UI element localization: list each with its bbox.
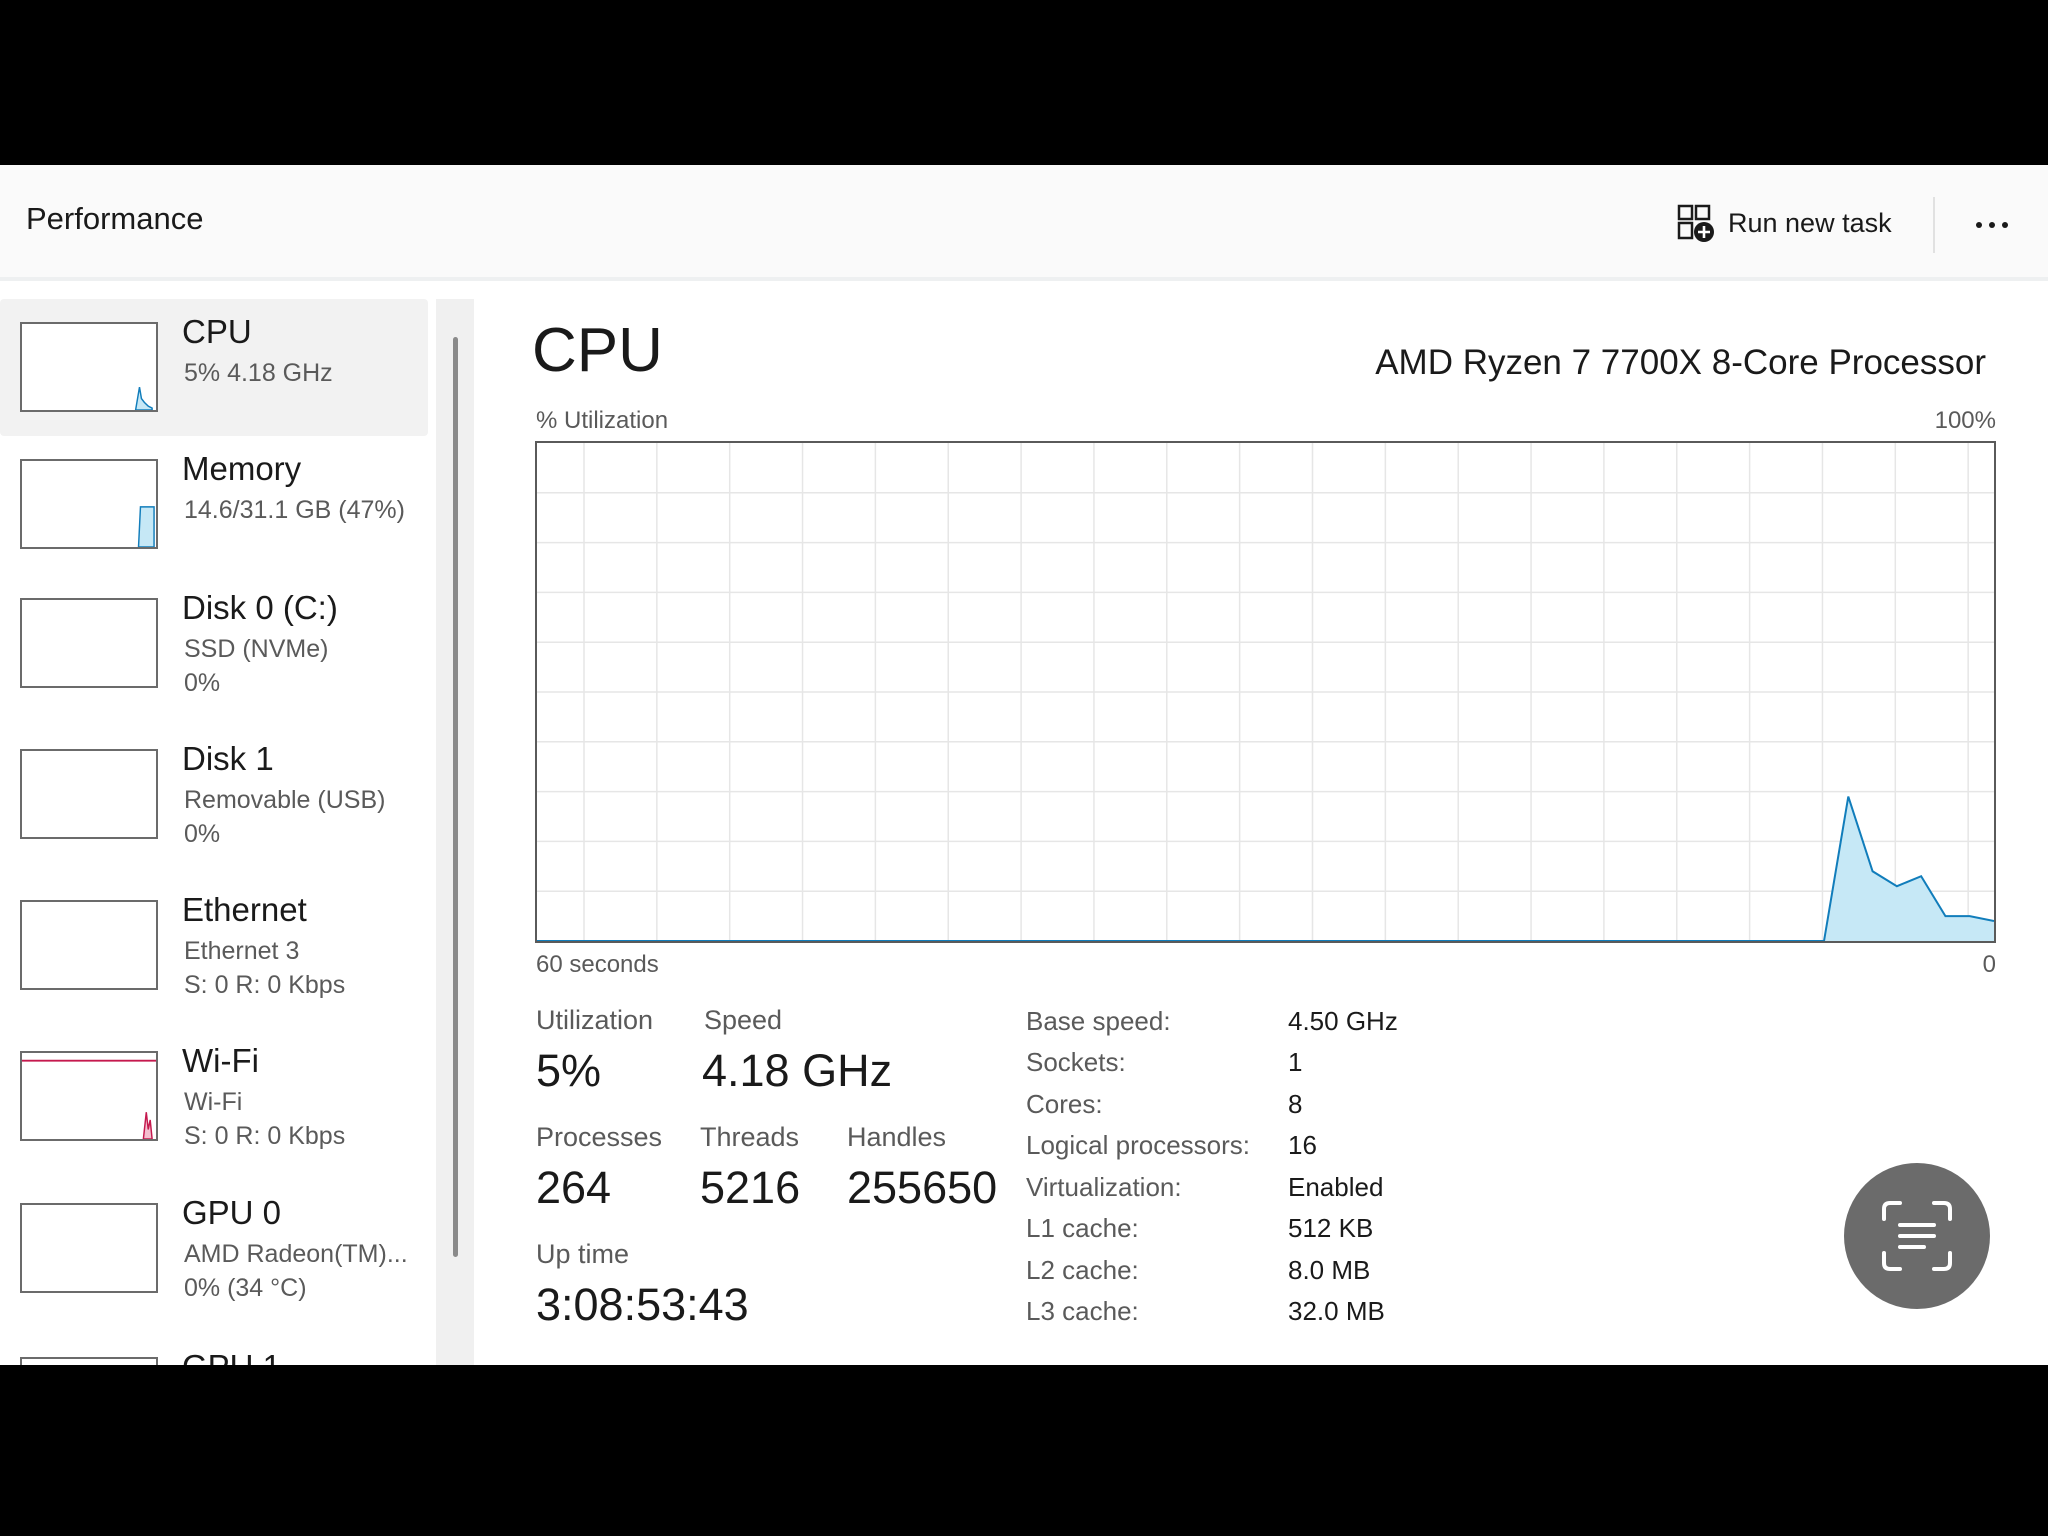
sidebar-item-detail: S: 0 R: 0 Kbps [184,1122,346,1150]
sidebar-item-ethernet[interactable]: Ethernet Ethernet 3 S: 0 R: 0 Kbps [0,877,428,1029]
processes-value: 264 [536,1162,612,1213]
graph-x-right-label: 0 [1982,951,1996,978]
sidebar-item-name: GPU 0 [182,1194,282,1231]
sidebar-item-gpu-0[interactable]: GPU 0 AMD Radeon(TM)... 0% (34 °C) [0,1181,428,1333]
sidebar-item-cpu[interactable]: CPU 5% 4.18 GHz [0,299,428,436]
cores-label: Cores: [1026,1089,1103,1119]
l1-cache-label: L1 cache: [1026,1213,1139,1243]
sidebar-item-disk-0[interactable]: Disk 0 (C:) SSD (NVMe) 0% [0,573,428,725]
header-bar: Performance Run new task [0,165,2048,281]
resource-title: CPU [532,316,663,385]
disk-0-mini-graph [20,598,158,688]
uptime-value: 3:08:53:43 [536,1279,749,1330]
handles-label: Handles [847,1122,947,1152]
wifi-mini-graph [20,1051,158,1141]
graph-y-axis-label: % Utilization [536,407,669,434]
sidebar-item-detail: Removable (USB) [184,786,386,814]
sidebar-item-detail: 0% [184,669,221,697]
base-speed-value: 4.50 GHz [1288,1006,1398,1036]
gpu-0-mini-graph [20,1203,158,1293]
sockets-label: Sockets: [1026,1047,1126,1077]
processes-label: Processes [536,1122,663,1152]
sidebar-item-name: Disk 0 (C:) [182,589,338,626]
cores-value: 8 [1288,1089,1303,1119]
task-manager-window: Performance Run new task CPU 5% 4.18 GHz [0,165,2048,1365]
ethernet-mini-graph [20,900,158,990]
sidebar-item-detail: 14.6/31.1 GB (47%) [184,496,405,524]
l1-cache-value: 512 KB [1288,1213,1374,1243]
speed-value: 4.18 GHz [702,1045,893,1096]
run-task-icon [1677,204,1714,242]
processor-name: AMD Ryzen 7 7700X 8-Core Processor [1375,343,1986,382]
sidebar-item-detail: AMD Radeon(TM)... [184,1240,408,1268]
more-options-button[interactable] [1964,197,2020,253]
cpu-utilization-line [537,796,1994,941]
virtualization-value: Enabled [1288,1172,1384,1202]
sidebar-item-name: GPU 1 [182,1348,281,1365]
page-title: Performance [26,201,204,236]
cpu-utilization-graph [535,441,1996,943]
l2-cache-value: 8.0 MB [1288,1255,1371,1285]
text-scan-button[interactable] [1844,1163,1990,1309]
sockets-value: 1 [1288,1047,1303,1077]
base-speed-label: Base speed: [1026,1006,1171,1036]
threads-value: 5216 [700,1162,801,1213]
sidebar-item-detail: S: 0 R: 0 Kbps [184,971,346,999]
utilization-value: 5% [536,1045,602,1096]
sidebar-item-memory[interactable]: Memory 14.6/31.1 GB (47%) [0,436,428,573]
performance-sidebar: CPU 5% 4.18 GHz Memory 14.6/31.1 GB (47%… [0,299,428,1365]
more-dot [2002,222,2008,228]
cpu-graph-canvas [537,443,1994,941]
run-new-task-button[interactable]: Run new task [1676,201,1892,245]
sidebar-item-name: CPU [182,313,252,350]
cpu-utilization-area [537,796,1994,941]
utilization-label: Utilization [536,1005,654,1035]
speed-label: Speed [704,1005,783,1035]
header-separator [1933,197,1935,253]
sidebar-item-detail: Wi-Fi [184,1088,243,1116]
sidebar-item-name: Ethernet [182,891,307,928]
sidebar-item-detail: 0% [184,820,221,848]
run-new-task-label: Run new task [1728,207,1892,238]
more-dot [1989,222,1995,228]
l2-cache-label: L2 cache: [1026,1255,1139,1285]
sidebar-item-gpu-1[interactable]: GPU 1 [0,1333,428,1365]
sidebar-item-detail: 5% 4.18 GHz [184,359,333,387]
sidebar-item-name: Wi-Fi [182,1042,259,1079]
sidebar-item-wifi[interactable]: Wi-Fi Wi-Fi S: 0 R: 0 Kbps [0,1029,428,1181]
graph-y-max-label: 100% [1934,407,1996,434]
l3-cache-value: 32.0 MB [1288,1296,1385,1326]
sidebar-item-name: Disk 1 [182,740,274,777]
sidebar-item-detail: 0% (34 °C) [184,1274,307,1302]
graph-x-left-label: 60 seconds [536,951,659,978]
sidebar-item-detail: Ethernet 3 [184,937,300,965]
cpu-mini-graph [20,322,158,412]
l3-cache-label: L3 cache: [1026,1296,1139,1326]
disk-1-mini-graph [20,749,158,839]
more-horizontal-icon [1976,222,1982,228]
handles-value: 255650 [847,1162,998,1213]
sidebar-item-name: Memory [182,450,302,487]
text-scan-icon [1882,1201,1952,1271]
sidebar-item-disk-1[interactable]: Disk 1 Removable (USB) 0% [0,725,428,877]
sidebar-item-detail: SSD (NVMe) [184,635,329,663]
memory-mini-graph [20,459,158,549]
virtualization-label: Virtualization: [1026,1172,1182,1202]
logical-processors-value: 16 [1288,1130,1317,1160]
gpu-1-mini-graph [20,1357,158,1365]
uptime-label: Up time [536,1239,630,1269]
sidebar-scrollbar[interactable] [453,337,458,1257]
threads-label: Threads [700,1122,800,1152]
logical-processors-label: Logical processors: [1026,1130,1250,1160]
